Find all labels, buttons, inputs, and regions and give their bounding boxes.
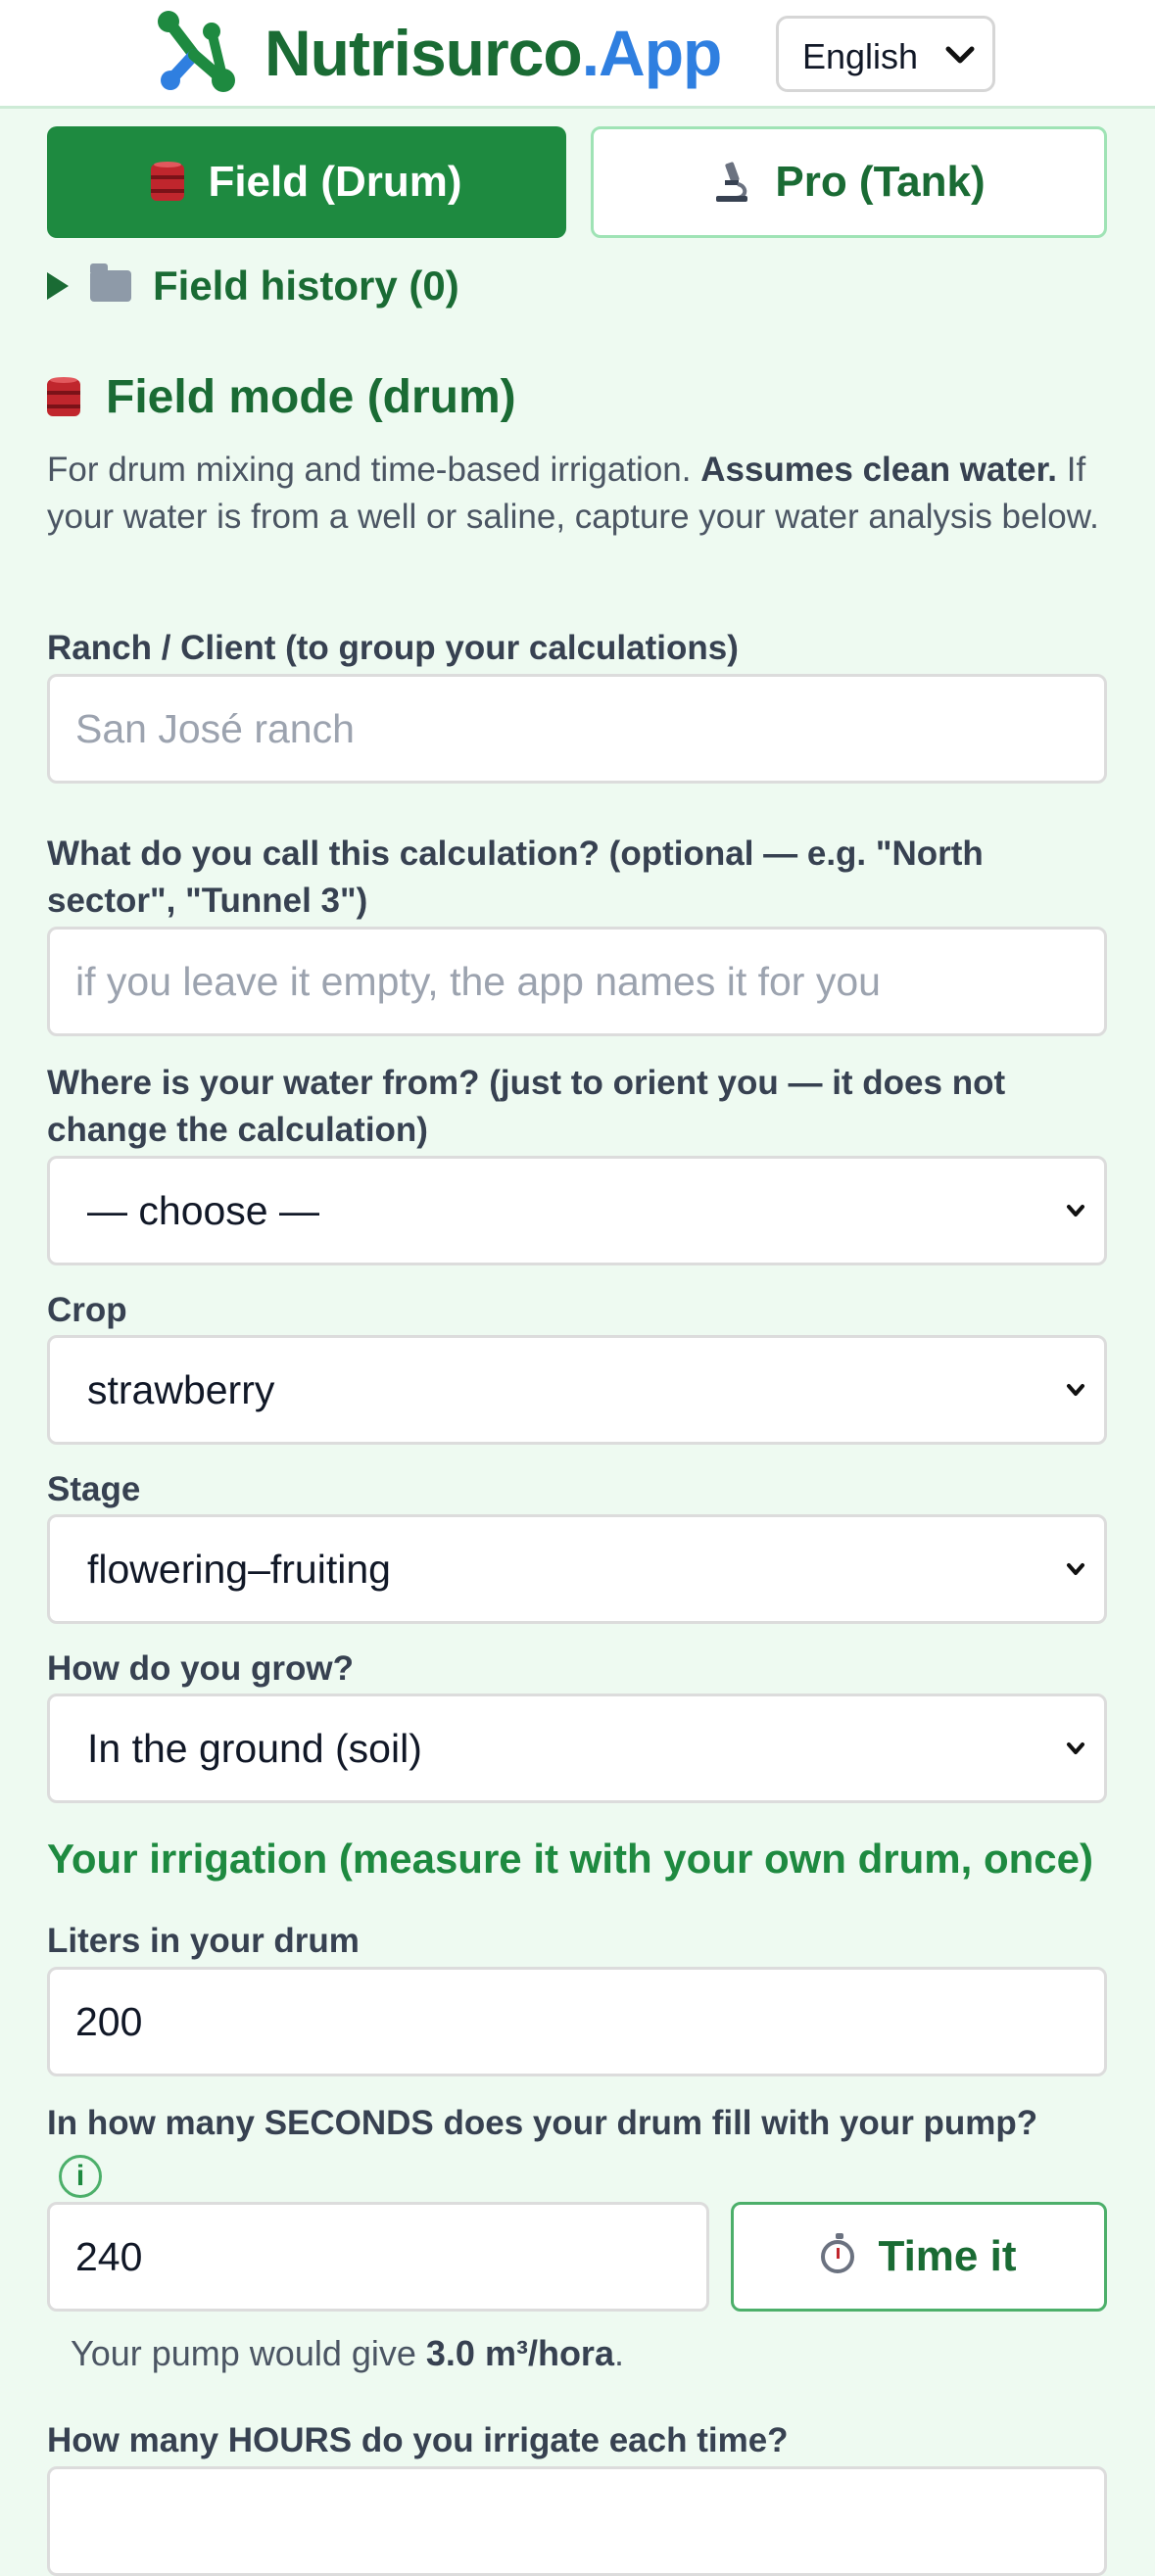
- liters-label: Liters in your drum: [47, 1922, 360, 1960]
- seconds-input-box[interactable]: [47, 2202, 709, 2312]
- folder-icon: [90, 263, 131, 302]
- flow-suffix: .: [613, 2333, 624, 2373]
- disclosure-triangle-icon: [47, 272, 69, 300]
- field-mode-label: Field (Drum): [208, 158, 462, 206]
- section-title: Field mode (drum): [47, 370, 516, 424]
- drum-icon: [47, 376, 80, 418]
- hours-input-box[interactable]: [47, 2466, 1107, 2576]
- chevron-down-icon: [1067, 1205, 1084, 1216]
- language-select-value: English: [802, 36, 919, 76]
- brand-name: Nutrisurco.App: [265, 14, 723, 92]
- chevron-down-icon: [1067, 1742, 1084, 1754]
- section-title-text: Field mode (drum): [106, 371, 516, 423]
- language-select[interactable]: English: [776, 16, 995, 92]
- grow-select[interactable]: In the ground (soil): [47, 1693, 1107, 1803]
- calc-name-input[interactable]: [50, 930, 1104, 1033]
- water-source-label: Where is your water from? (just to orien…: [47, 1064, 1006, 1149]
- brand-name-part2: .App: [581, 17, 723, 89]
- flow-value: 3.0 m³/hora: [425, 2333, 614, 2373]
- crop-label: Crop: [47, 1291, 127, 1329]
- chevron-down-icon: [945, 46, 975, 64]
- calc-name-input-box[interactable]: [47, 927, 1107, 1036]
- liters-input[interactable]: [50, 1970, 1104, 2074]
- section-description: For drum mixing and time-based irrigatio…: [47, 447, 1105, 541]
- pro-mode-button[interactable]: Pro (Tank): [591, 126, 1107, 238]
- pro-mode-label: Pro (Tank): [775, 158, 986, 206]
- time-it-button[interactable]: Time it: [731, 2202, 1107, 2312]
- flow-prefix: Your pump would give: [71, 2333, 426, 2373]
- brand-name-part1: Nutrisurco: [265, 17, 583, 89]
- crop-value: strawberry: [87, 1367, 275, 1412]
- ranch-input-box[interactable]: [47, 674, 1107, 784]
- ranch-input[interactable]: [50, 677, 1104, 781]
- stage-label: Stage: [47, 1470, 141, 1508]
- irrigation-heading: Your irrigation (measure it with your ow…: [47, 1836, 1093, 1882]
- desc-bold: Assumes clean water.: [700, 451, 1058, 489]
- water-source-select[interactable]: — choose —: [47, 1156, 1107, 1265]
- water-source-value: — choose —: [87, 1188, 319, 1233]
- hours-label: How many HOURS do you irrigate each time…: [47, 2421, 789, 2459]
- field-history-label: Field history (0): [153, 262, 459, 309]
- stage-value: flowering–fruiting: [87, 1547, 391, 1592]
- calc-name-label: What do you call this calculation? (opti…: [47, 835, 984, 920]
- microscope-icon: [716, 162, 748, 202]
- desc-prefix: For drum mixing and time-based irrigatio…: [47, 451, 701, 489]
- liters-input-box[interactable]: [47, 1967, 1107, 2076]
- crop-select[interactable]: strawberry: [47, 1335, 1107, 1445]
- drum-icon: [151, 162, 185, 203]
- seconds-label: In how many SECONDS does your drum fill …: [47, 2104, 1038, 2142]
- time-it-label: Time it: [878, 2232, 1017, 2280]
- pump-flow-text: Your pump would give 3.0 m³/hora.: [71, 2333, 624, 2374]
- network-nodes-icon: [158, 11, 235, 92]
- grow-value: In the ground (soil): [87, 1726, 422, 1771]
- stage-select[interactable]: flowering–fruiting: [47, 1514, 1107, 1624]
- chevron-down-icon: [1067, 1563, 1084, 1575]
- top-bar: Nutrisurco.App English: [0, 0, 1155, 109]
- seconds-input[interactable]: [50, 2205, 706, 2309]
- field-history-toggle[interactable]: Field history (0): [47, 262, 459, 310]
- chevron-down-icon: [1067, 1384, 1084, 1396]
- ranch-label: Ranch / Client (to group your calculatio…: [47, 629, 739, 667]
- info-icon[interactable]: i: [59, 2155, 102, 2198]
- grow-label: How do you grow?: [47, 1649, 355, 1688]
- field-mode-button[interactable]: Field (Drum): [47, 126, 566, 238]
- stopwatch-icon: [821, 2233, 855, 2273]
